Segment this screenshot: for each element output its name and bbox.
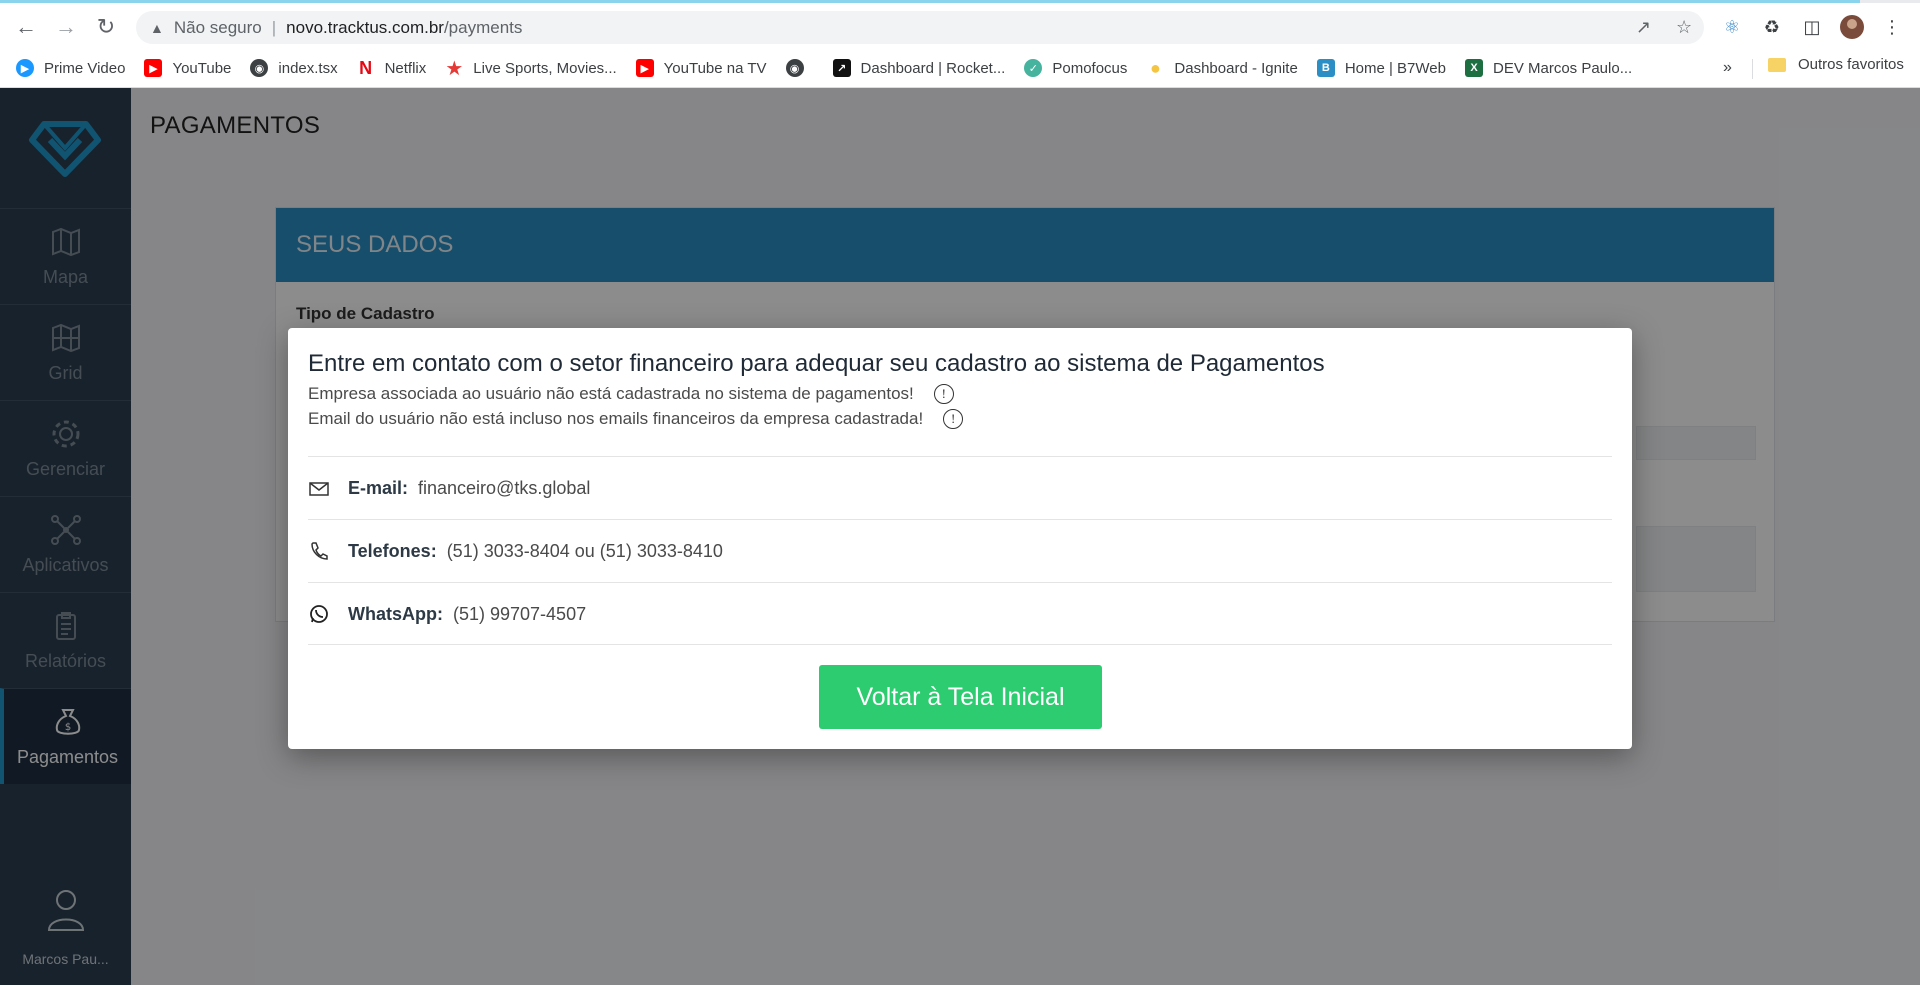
share-icon[interactable]: ↗ [1636,17,1651,38]
bookmark-youtube[interactable]: ▶ YouTube [144,59,231,77]
warning-icon: ▲ [150,19,164,36]
phone-icon [308,540,330,562]
email-label: E-mail: [348,477,409,498]
folder-icon [1768,57,1786,72]
forward-icon[interactable]: → [50,11,82,43]
back-icon[interactable]: ← [10,11,42,43]
bookmark-index-tsx[interactable]: ◉ index.tsx [250,59,338,77]
phones-row: Telefones: (51) 3033-8404 ou (51) 3033-8… [308,520,1612,582]
back-home-button[interactable]: Voltar à Tela Inicial [819,665,1102,729]
bookmark-netflix[interactable]: N Netflix [356,58,426,78]
other-favorites[interactable]: Outros favoritos [1768,56,1904,73]
netflix-icon: N [356,58,375,78]
bookmarks-more-icon[interactable]: » [1723,59,1732,77]
whatsapp-row: WhatsApp: (51) 99707-4507 [308,583,1612,645]
bulb-icon: ● [1146,58,1165,78]
bookmark-pomofocus[interactable]: ✓ Pomofocus [1024,59,1127,77]
reload-icon[interactable]: ↻ [90,11,122,43]
bookmark-star-icon[interactable]: ☆ [1676,17,1692,38]
react-devtools-icon[interactable]: ⚛ [1720,15,1744,39]
youtube-icon: ▶ [144,59,163,77]
divider [308,644,1612,645]
menu-icon[interactable]: ⋮ [1880,15,1904,39]
modal-message: Email do usuário não está incluso nos em… [308,409,964,429]
whatsapp-label: WhatsApp: [348,603,443,624]
info-icon[interactable]: ! [943,409,964,429]
rocketseat-icon: ↗ [832,59,851,77]
youtube-icon: ▶ [635,59,654,77]
envelope-icon [308,477,330,499]
side-panel-icon[interactable]: ◫ [1800,15,1824,39]
bookmark-globe[interactable]: ◉ [785,59,814,77]
url-host: novo.tracktus.com.br [286,17,444,37]
bookmark-rocketseat[interactable]: ↗ Dashboard | Rocket... [832,59,1005,77]
phones-label: Telefones: [348,540,437,561]
star-icon: ★ [445,57,464,80]
bookmark-youtube-tv[interactable]: ▶ YouTube na TV [635,59,767,77]
loading-bar [0,0,1860,3]
address-bar[interactable]: ▲ Não seguro | novo.tracktus.com.br /pay… [136,11,1704,44]
bookmarks-bar: ▶ Prime Video ▶ YouTube ◉ index.tsx N Netfli… [0,49,1920,88]
excel-icon: X [1464,59,1483,77]
browser-toolbar: ← → ↻ ▲ Não seguro | novo.tracktus.com.b… [0,0,1920,49]
check-icon: ✓ [1024,59,1043,77]
phones-value[interactable]: (51) 3033-8404 ou (51) 3033-8410 [447,541,723,562]
bookmark-dev-marcos[interactable]: X DEV Marcos Paulo... [1464,59,1632,77]
extensions-icon[interactable]: ♻ [1760,15,1784,39]
profile-avatar[interactable] [1840,15,1864,39]
whatsapp-icon [308,603,330,625]
whatsapp-value[interactable]: (51) 99707-4507 [453,604,586,625]
url-path: /payments [443,17,523,37]
email-value[interactable]: financeiro@tks.global [418,478,590,499]
modal-title: Entre em contato com o setor financeiro … [308,350,1325,377]
modal-message: Empresa associada ao usuário não está ca… [308,384,954,404]
b7web-icon: B [1316,59,1335,77]
bookmarks-divider [1752,59,1753,79]
bookmark-b7web[interactable]: B Home | B7Web [1316,59,1446,77]
bookmark-live-sports[interactable]: ★ Live Sports, Movies... [445,57,617,80]
security-label: Não seguro [173,17,262,37]
bookmark-ignite[interactable]: ● Dashboard - Ignite [1146,58,1298,78]
bookmark-prime-video[interactable]: ▶ Prime Video [16,59,125,77]
globe-icon: ◉ [250,59,269,77]
payment-contact-modal: Entre em contato com o setor financeiro … [288,328,1632,749]
omnibox-separator: | [271,17,277,37]
email-row: E-mail: financeiro@tks.global [308,457,1612,519]
prime-video-icon: ▶ [16,59,34,77]
globe-icon: ◉ [785,59,804,77]
info-icon[interactable]: ! [933,384,954,404]
